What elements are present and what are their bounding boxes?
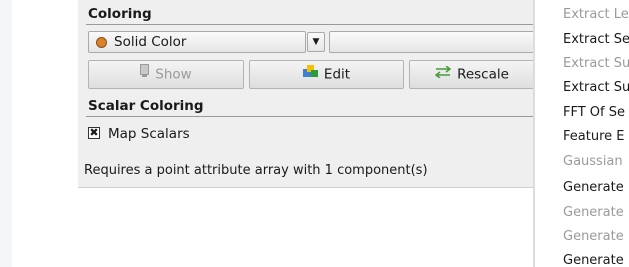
coloring-divider	[86, 24, 534, 25]
filter-menu-item[interactable]: Generate	[563, 253, 624, 267]
coloring-panel: Coloring Solid Color ▼ Show Edit Rescale…	[78, 0, 534, 188]
map-scalars-checkbox[interactable]: ✖	[88, 127, 100, 139]
filter-menu-item[interactable]: Extract Se	[563, 32, 629, 47]
left-gutter	[0, 0, 12, 267]
edit-button[interactable]: Edit	[249, 60, 404, 89]
filter-menu-item[interactable]: Generate	[563, 180, 624, 195]
map-scalars-label[interactable]: Map Scalars	[108, 126, 190, 142]
palette-edit-icon	[302, 61, 318, 88]
filter-menu-item[interactable]: FFT Of Se	[563, 105, 625, 120]
coloring-section-title: Coloring	[88, 6, 152, 22]
filter-menu-item[interactable]: Gaussian	[563, 154, 623, 169]
color-array-combobox[interactable]	[329, 31, 534, 53]
rescale-button-label: Rescale	[457, 66, 509, 83]
rescale-arrows-icon	[434, 61, 452, 88]
show-button-label: Show	[155, 66, 192, 83]
color-mode-combobox[interactable]: Solid Color	[88, 31, 306, 53]
scalar-coloring-section-title: Scalar Coloring	[88, 98, 204, 114]
filter-menu-item[interactable]: Extract Su	[563, 80, 629, 95]
filter-menu-item[interactable]: Feature E	[563, 129, 624, 144]
filter-menu-item[interactable]: Generate	[563, 205, 624, 220]
color-mode-value: Solid Color	[114, 34, 187, 50]
rescale-button[interactable]: Rescale	[409, 60, 534, 89]
solid-color-swatch-icon	[96, 37, 107, 48]
requirement-message: Requires a point attribute array with 1 …	[84, 163, 428, 178]
chevron-down-icon[interactable]: ▼	[307, 32, 325, 52]
filter-menu-list: Extract Le Extract Se Extract Su Extract…	[535, 0, 629, 267]
show-button[interactable]: Show	[88, 60, 244, 89]
filter-menu-item[interactable]: Extract Le	[563, 7, 629, 22]
scalar-coloring-divider	[86, 116, 534, 117]
monitor-icon	[140, 61, 150, 88]
edit-button-label: Edit	[323, 66, 351, 83]
filter-menu-item[interactable]: Extract Su	[563, 56, 629, 71]
filter-menu-item[interactable]: Generate	[563, 229, 624, 244]
